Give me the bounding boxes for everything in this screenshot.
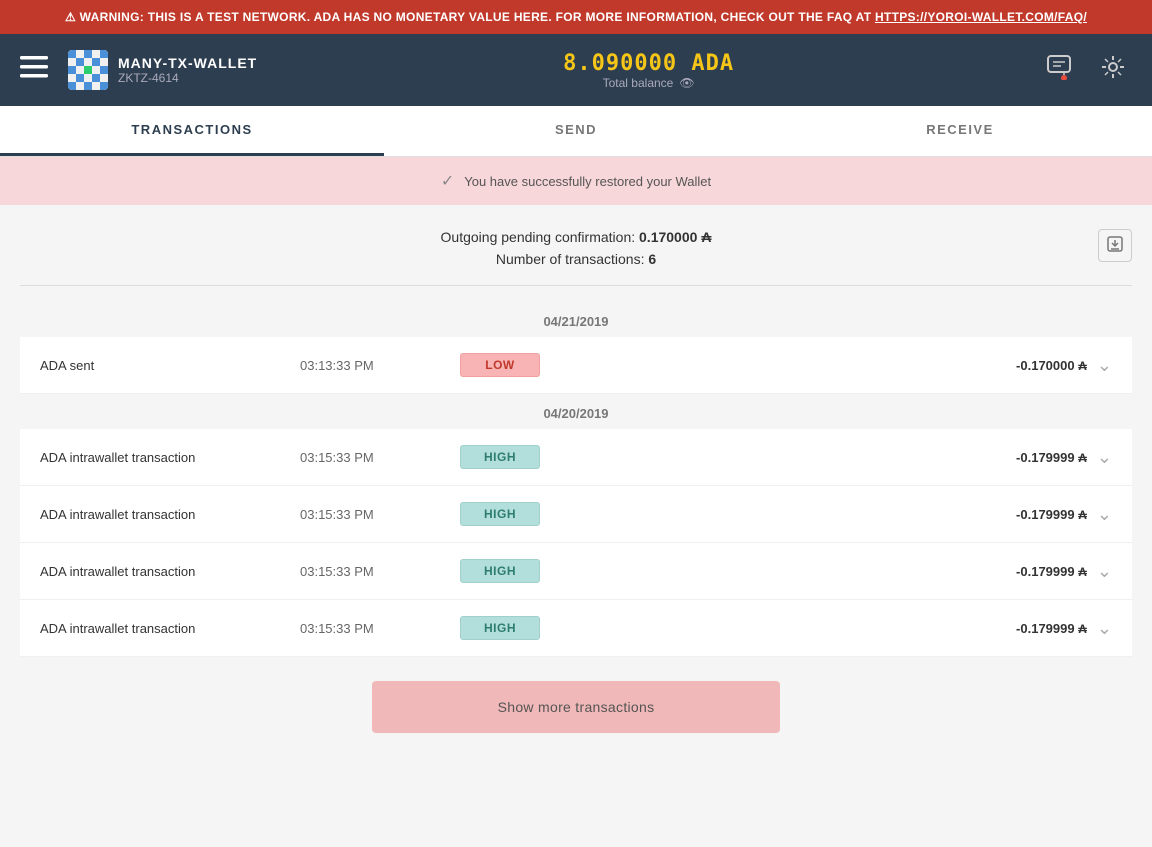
- tx-badge: HIGH: [460, 445, 600, 469]
- tx-badge: HIGH: [460, 502, 600, 526]
- tx-time: 03:15:33 PM: [300, 450, 460, 465]
- notifications-area: [1040, 48, 1078, 92]
- tx-amount: -0.179999 ₳: [600, 507, 1097, 522]
- tabs: TRANSACTIONS SEND RECEIVE: [0, 106, 1152, 157]
- wallet-avatar: [68, 50, 108, 90]
- divider: [20, 285, 1132, 286]
- checkmark-icon: ✓: [441, 171, 454, 191]
- tab-send[interactable]: SEND: [384, 106, 768, 156]
- date-separator-1: 04/21/2019: [20, 302, 1132, 337]
- tab-transactions[interactable]: TRANSACTIONS: [0, 106, 384, 156]
- header-right: [1040, 48, 1132, 92]
- warning-text: ⚠ WARNING: THIS IS A TEST NETWORK. ADA H…: [65, 10, 875, 24]
- warning-banner: ⚠ WARNING: THIS IS A TEST NETWORK. ADA H…: [0, 0, 1152, 34]
- tx-time: 03:13:33 PM: [300, 358, 460, 373]
- table-row[interactable]: ADA sent 03:13:33 PM LOW -0.170000 ₳ ⌄: [20, 337, 1132, 394]
- expand-icon[interactable]: ⌄: [1097, 504, 1112, 525]
- header-center: 8.090000 ADA Total balance 👁: [257, 51, 1040, 90]
- fee-badge: HIGH: [460, 502, 540, 526]
- fee-badge: HIGH: [460, 445, 540, 469]
- tx-type: ADA intrawallet transaction: [40, 507, 300, 522]
- tx-amount: -0.179999 ₳: [600, 450, 1097, 465]
- fee-badge: HIGH: [460, 616, 540, 640]
- tx-time: 03:15:33 PM: [300, 507, 460, 522]
- success-banner: ✓ You have successfully restored your Wa…: [0, 157, 1152, 205]
- toggle-balance-icon[interactable]: 👁: [679, 76, 694, 90]
- tx-amount: -0.179999 ₳: [600, 621, 1097, 636]
- pending-text: Outgoing pending confirmation: 0.170000 …: [40, 229, 1112, 245]
- expand-icon[interactable]: ⌄: [1097, 561, 1112, 582]
- tx-type: ADA intrawallet transaction: [40, 564, 300, 579]
- tx-time: 03:15:33 PM: [300, 564, 460, 579]
- tx-count: Number of transactions: 6: [40, 251, 1112, 267]
- tx-badge: LOW: [460, 353, 600, 377]
- tx-badge: HIGH: [460, 616, 600, 640]
- success-message: You have successfully restored your Wall…: [464, 174, 711, 189]
- tx-amount: -0.179999 ₳: [600, 564, 1097, 579]
- fee-badge: HIGH: [460, 559, 540, 583]
- export-button[interactable]: [1098, 229, 1132, 262]
- settings-icon[interactable]: [1094, 48, 1132, 92]
- expand-icon[interactable]: ⌄: [1097, 447, 1112, 468]
- header: MANY-TX-WALLET ZKTZ-4614 8.090000 ADA To…: [0, 34, 1152, 106]
- table-row[interactable]: ADA intrawallet transaction 03:15:33 PM …: [20, 429, 1132, 486]
- notifications-icon[interactable]: [1040, 48, 1078, 92]
- table-row[interactable]: ADA intrawallet transaction 03:15:33 PM …: [20, 486, 1132, 543]
- tab-receive[interactable]: RECEIVE: [768, 106, 1152, 156]
- wallet-name: MANY-TX-WALLET: [118, 55, 257, 71]
- expand-icon[interactable]: ⌄: [1097, 618, 1112, 639]
- fee-badge: LOW: [460, 353, 540, 377]
- tx-time: 03:15:33 PM: [300, 621, 460, 636]
- tx-type: ADA intrawallet transaction: [40, 621, 300, 636]
- date-separator-2: 04/20/2019: [20, 394, 1132, 429]
- show-more-button[interactable]: Show more transactions: [372, 681, 780, 733]
- menu-icon[interactable]: [20, 56, 48, 84]
- wallet-id: ZKTZ-4614: [118, 71, 257, 85]
- table-row[interactable]: ADA intrawallet transaction 03:15:33 PM …: [20, 600, 1132, 657]
- balance-label: Total balance 👁: [257, 76, 1040, 90]
- expand-icon[interactable]: ⌄: [1097, 355, 1112, 376]
- tx-type: ADA intrawallet transaction: [40, 450, 300, 465]
- tx-amount: -0.170000 ₳: [600, 358, 1097, 373]
- wallet-info: MANY-TX-WALLET ZKTZ-4614: [118, 55, 257, 85]
- tx-type: ADA sent: [40, 358, 300, 373]
- pending-info: Outgoing pending confirmation: 0.170000 …: [20, 205, 1132, 277]
- pending-amount: 0.170000 ₳: [639, 229, 711, 245]
- tx-badge: HIGH: [460, 559, 600, 583]
- main-content: Outgoing pending confirmation: 0.170000 …: [0, 205, 1152, 763]
- header-left: MANY-TX-WALLET ZKTZ-4614: [20, 50, 257, 90]
- balance-amount: 8.090000 ADA: [257, 51, 1040, 76]
- warning-link[interactable]: HTTPS://YOROI-WALLET.COM/FAQ/: [875, 10, 1087, 24]
- table-row[interactable]: ADA intrawallet transaction 03:15:33 PM …: [20, 543, 1132, 600]
